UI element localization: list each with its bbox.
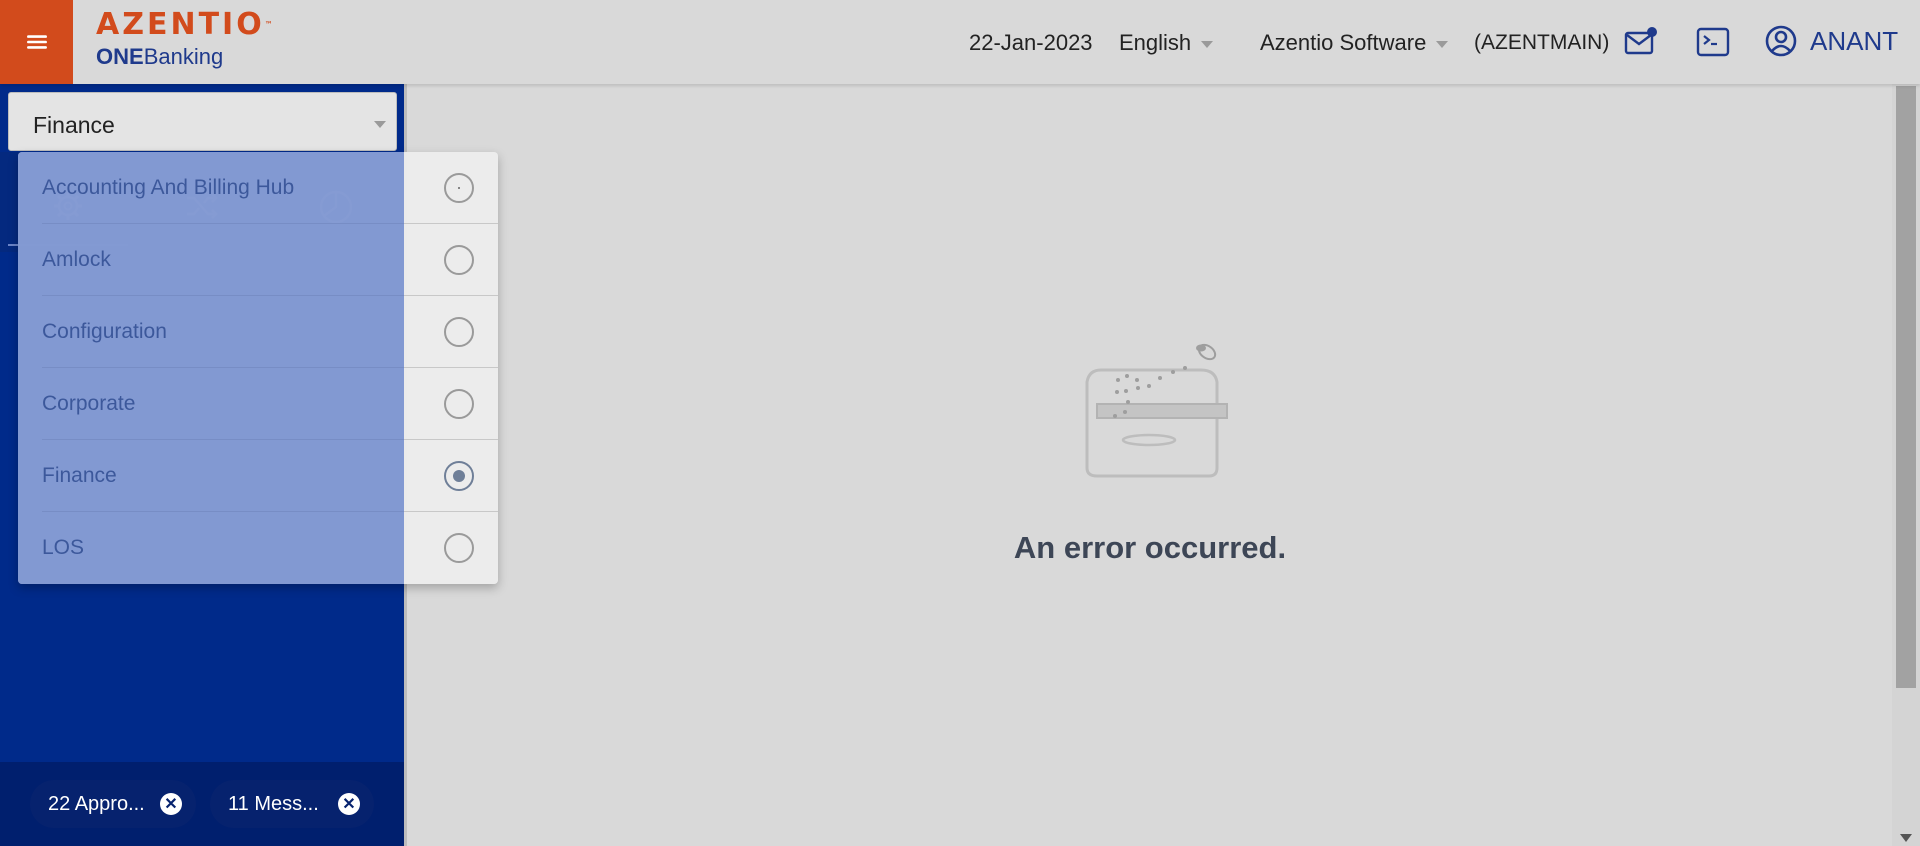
- radio-button[interactable]: [444, 533, 474, 563]
- top-header: AZENTIO™ ONEBanking 22-Jan-2023 English …: [0, 0, 1920, 84]
- app-logo: AZENTIO™ ONEBanking: [96, 10, 273, 70]
- user-circle-icon: [1765, 25, 1797, 57]
- company-dropdown[interactable]: Azentio Software: [1260, 30, 1448, 56]
- menu-button[interactable]: [0, 0, 73, 84]
- user-menu[interactable]: ANANT: [1764, 24, 1898, 58]
- logo-main-text: AZENTIO: [96, 7, 265, 42]
- option-label: Amlock: [42, 248, 111, 271]
- business-date: 22-Jan-2023: [969, 30, 1093, 55]
- radio-button[interactable]: [444, 173, 474, 203]
- logo-trademark: ™: [264, 20, 273, 29]
- module-dropdown: Accounting And Billing Hub Amlock Config…: [18, 152, 498, 584]
- module-select-value: Finance: [33, 112, 115, 138]
- error-message: An error occurred.: [1013, 530, 1287, 565]
- logo-sub-bold: ONE: [96, 44, 144, 69]
- mail-notification-icon[interactable]: [1622, 24, 1658, 60]
- user-name: ANANT: [1810, 25, 1899, 56]
- radio-button[interactable]: [444, 389, 474, 419]
- main-scrollbar[interactable]: [1892, 84, 1920, 846]
- radio-button[interactable]: [444, 245, 474, 275]
- empty-box-icon: [1085, 343, 1228, 478]
- option-label: LOS: [42, 536, 85, 559]
- language-dropdown[interactable]: English: [1119, 30, 1213, 56]
- radio-button[interactable]: [444, 317, 474, 347]
- close-icon[interactable]: ✕: [338, 793, 360, 815]
- approvals-chip-label: 22 Appro...: [48, 792, 145, 815]
- module-option-accounting[interactable]: Accounting And Billing Hub: [18, 152, 498, 224]
- module-option-amlock[interactable]: Amlock: [18, 224, 498, 296]
- messages-chip-label: 11 Mess...: [228, 792, 319, 815]
- module-option-finance[interactable]: Finance: [18, 440, 498, 512]
- scrollbar-thumb[interactable]: [1896, 86, 1916, 688]
- logo-sub-text: Banking: [143, 44, 224, 69]
- hamburger-icon: [26, 35, 47, 49]
- module-option-configuration[interactable]: Configuration: [18, 296, 498, 368]
- module-option-corporate[interactable]: Corporate: [18, 368, 498, 440]
- option-label: Corporate: [42, 392, 136, 415]
- approvals-chip[interactable]: 22 Appro... ✕: [30, 780, 196, 828]
- close-icon[interactable]: ✕: [160, 793, 182, 815]
- branch-code: (AZENTMAIN): [1474, 31, 1610, 54]
- module-select[interactable]: Finance: [8, 92, 397, 151]
- messages-chip[interactable]: 11 Mess... ✕: [210, 780, 374, 828]
- terminal-icon[interactable]: [1695, 24, 1731, 60]
- option-label: Finance: [42, 464, 117, 487]
- option-label: Accounting And Billing Hub: [42, 176, 295, 199]
- radio-button-selected[interactable]: [444, 461, 474, 491]
- scroll-down-arrow[interactable]: [1900, 834, 1912, 842]
- module-option-los[interactable]: LOS: [18, 512, 498, 584]
- option-label: Configuration: [42, 320, 167, 343]
